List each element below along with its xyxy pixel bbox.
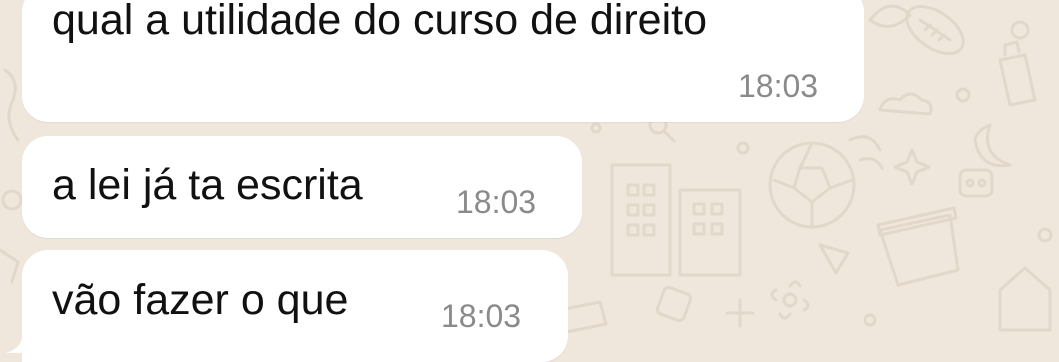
message-timestamp: 18:03	[441, 298, 522, 334]
message-timestamp: 18:03	[738, 68, 819, 104]
message-text: vão fazer o que	[52, 276, 349, 324]
bubble-tail-icon	[6, 333, 36, 353]
message-text: a lei já ta escrita	[52, 161, 363, 209]
message-text: qual a utilidade do curso de direito	[52, 0, 707, 44]
message-timestamp: 18:03	[456, 184, 537, 220]
